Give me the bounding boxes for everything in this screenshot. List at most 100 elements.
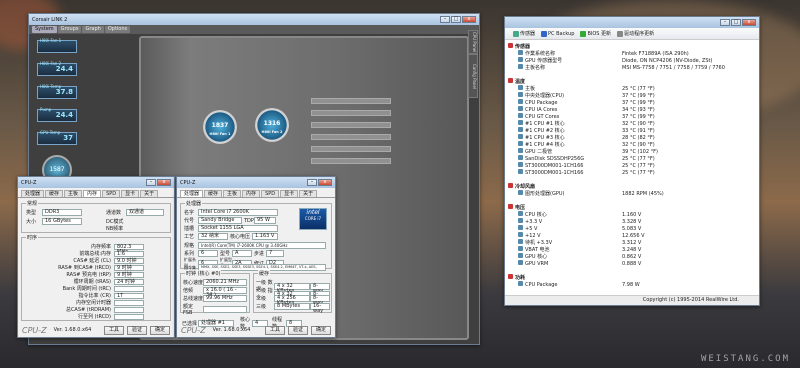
tab-mainboard[interactable]: 主板	[64, 190, 83, 197]
sensor-row[interactable]: #1 CPU #3 核心 28 °C (82 °F)	[508, 134, 756, 141]
sensor-gauge[interactable]: H80i Temp 37.8	[37, 84, 77, 99]
config-panel-tab[interactable]: Config Panel	[468, 54, 478, 98]
processor-group: 处理器 名字 Intel Core i7 2600K 代号 Sandy Bridge…	[180, 200, 332, 274]
sensor-row[interactable]: 主板名称 MSI MS-7758 / 7751 / 7758 / 7759 / 7…	[508, 64, 756, 71]
minimize-button[interactable]: –	[146, 179, 156, 186]
sensor-section[interactable]: 冷却风扇	[508, 183, 756, 190]
minimize-button[interactable]: –	[440, 16, 450, 23]
sensor-row[interactable]: #1 CPU #2 核心 33 °C (91 °F)	[508, 127, 756, 134]
sensor-row[interactable]: 待机 +3.3V 3.312 V	[508, 239, 756, 246]
sensor-row[interactable]: CPU Package 7.98 W	[508, 281, 756, 288]
status-bar: Copyright (c) 1995-2014 RealWire Ltd.	[505, 295, 759, 305]
tab-graph[interactable]: Graph	[82, 26, 104, 33]
tab-system[interactable]: System	[32, 26, 57, 33]
maximize-button[interactable]: □	[731, 19, 741, 26]
sensor-row[interactable]: 中央处理器(CPU) 37 °C (99 °F)	[508, 92, 756, 99]
tools-button[interactable]: 工具	[103, 325, 124, 335]
driver-update-button[interactable]: 驱动程序更新	[617, 30, 654, 37]
tab-memory[interactable]: 内存	[83, 190, 102, 197]
close-button[interactable]: x	[157, 179, 171, 186]
cpuz-logo: CPU-Z	[181, 325, 206, 335]
sensor-row[interactable]: CPU Package 37 °C (99 °F)	[508, 99, 756, 106]
intel-core-i7-badge: intel CORE i7	[299, 208, 327, 230]
tab-spd[interactable]: SPD	[261, 190, 280, 197]
sensors-button[interactable]: 传感器	[513, 30, 535, 37]
timing-row: Bank 周期时间 (tRC)	[26, 285, 144, 292]
tab-about[interactable]: 关于	[140, 190, 159, 197]
close-button[interactable]: x	[318, 179, 332, 186]
sensor-section[interactable]: 温度	[508, 78, 756, 85]
bus-speed-row: 总线速度 99.96 MHz	[183, 295, 247, 302]
sensor-icon	[518, 232, 523, 237]
sensor-row[interactable]: CPU GT Cores 37 °C (99 °F)	[508, 113, 756, 120]
tools-button[interactable]: 工具	[264, 325, 285, 335]
sensor-row[interactable]: 作業系统名称 Fintek F71889A (ISA 290h)	[508, 50, 756, 57]
tab-caches[interactable]: 缓存	[204, 190, 223, 197]
tab-groups[interactable]: Groups	[57, 26, 82, 33]
bios-update-button[interactable]: BIOS 更新	[580, 30, 611, 37]
cpu-panel-tab[interactable]: CPU Panel	[468, 30, 478, 54]
tab-cpu[interactable]: 处理器	[180, 190, 204, 197]
sensor-row[interactable]: VBAT 电池 3.248 V	[508, 246, 756, 253]
sensor-row[interactable]: ST3000DM001-1CH166 25 °C (77 °F)	[508, 162, 756, 169]
sensor-row[interactable]: 主板 25 °C (77 °F)	[508, 85, 756, 92]
sensor-gauge[interactable]: H80i Fan 2 24.4	[37, 61, 77, 76]
sensor-row[interactable]: 图形处理器(GPU) 1882 RPM (45%)	[508, 190, 756, 197]
close-button[interactable]: x	[742, 19, 756, 26]
sensor-row[interactable]: +3.3 V 3.328 V	[508, 218, 756, 225]
ok-button[interactable]: 确定	[310, 325, 331, 335]
maximize-button[interactable]: □	[451, 16, 461, 23]
minimize-button[interactable]: –	[720, 19, 730, 26]
sensor-gauge[interactable]: H80i Fan 1	[37, 38, 77, 53]
sensor-section[interactable]: 传感器	[508, 43, 756, 50]
sensor-row[interactable]	[508, 267, 756, 274]
timing-row: 前端总线:内存 1:6	[26, 250, 144, 257]
sensor-section[interactable]: 功耗	[508, 274, 756, 281]
sensor-row[interactable]: ST3000DM001-1CH166 25 °C (77 °F)	[508, 169, 756, 176]
validate-button[interactable]: 验证	[287, 325, 308, 335]
pc-backup-button[interactable]: PC Backup	[541, 30, 574, 37]
tab-graphics[interactable]: 显卡	[121, 190, 140, 197]
sensor-row[interactable]: +12 V 12.656 V	[508, 232, 756, 239]
sensor-row[interactable]: SanDisk SDSSDHP256G 25 °C (77 °F)	[508, 155, 756, 162]
watermark: WEISTANG.COM	[700, 354, 790, 364]
section-icon	[508, 274, 513, 279]
sensor-row[interactable]: #1 CPU #4 核心 32 °C (90 °F)	[508, 141, 756, 148]
close-button[interactable]: x	[462, 16, 476, 23]
sensor-icon	[518, 134, 523, 139]
tab-caches[interactable]: 缓存	[45, 190, 64, 197]
tab-about[interactable]: 关于	[299, 190, 318, 197]
multiplier-row: 倍频x 16.0 ( 16 - 34 )	[183, 287, 247, 298]
timing-row: 循环周期 (tRAS) 24 时钟	[26, 278, 144, 285]
sensor-row[interactable]: GPU 核心 0.862 V	[508, 253, 756, 260]
sensor-row[interactable]: +5 V 5.083 V	[508, 225, 756, 232]
tab-graphics[interactable]: 显卡	[280, 190, 299, 197]
type-row: 类型 DDR3	[26, 209, 82, 216]
sensor-row[interactable]: #1 CPU #1 核心 32 °C (90 °F)	[508, 120, 756, 127]
tab-cpu[interactable]: 处理器	[21, 190, 45, 197]
tab-mainboard[interactable]: 主板	[223, 190, 242, 197]
sensor-row[interactable]: GPU VRM 0.888 V	[508, 260, 756, 267]
sensor-row[interactable]	[508, 197, 756, 204]
sensor-gauge[interactable]: GPU Temp 37	[37, 130, 77, 145]
ok-button[interactable]: 确定	[149, 325, 170, 335]
cpuz-footer: CPU-Z Ver. 1.68.0.x64 工具 验证 确定	[18, 323, 174, 337]
timing-row: 总CAS# (tRDRAM)	[26, 306, 144, 313]
validate-button[interactable]: 验证	[126, 325, 147, 335]
fan-widget[interactable]: 1837 H80i Fan 1	[203, 110, 237, 144]
sensor-row[interactable]	[508, 176, 756, 183]
sensor-row[interactable]: GPU 传感器型号 Diode, ON NCP4206 (NV-Diode, ZS…	[508, 57, 756, 64]
sensor-gauge[interactable]: Pump 24.4	[37, 107, 77, 122]
sensor-row[interactable]: CPU 核心 1.160 V	[508, 211, 756, 218]
fan-widget[interactable]: 1316 H80i Fan 2	[255, 108, 289, 142]
sensor-row[interactable]	[508, 71, 756, 78]
sensor-section[interactable]: 电压	[508, 204, 756, 211]
tab-memory[interactable]: 内存	[242, 190, 261, 197]
tab-options[interactable]: Options	[104, 26, 131, 33]
minimize-button[interactable]: –	[307, 179, 317, 186]
fsb-row: 额定 FSB	[183, 303, 247, 316]
tab-spd[interactable]: SPD	[102, 190, 121, 197]
sensor-row[interactable]: CPU IA Cores 34 °C (93 °F)	[508, 106, 756, 113]
sensor-row[interactable]: GPU 二极管 39 °C (102 °F)	[508, 148, 756, 155]
sensor-icon	[518, 92, 523, 97]
